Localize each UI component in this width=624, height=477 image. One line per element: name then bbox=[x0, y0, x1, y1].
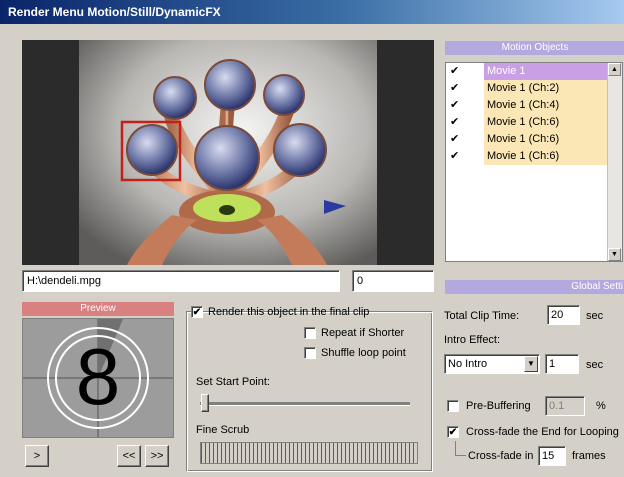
render-option[interactable]: ✔ Render this object in the final clip bbox=[191, 305, 369, 319]
motion-object-label: Movie 1 (Ch:2) bbox=[484, 80, 615, 97]
checkmark-icon[interactable]: ✔ bbox=[450, 148, 464, 165]
repeat-label: Repeat if Shorter bbox=[321, 327, 405, 339]
countdown-number: 8 bbox=[75, 332, 121, 421]
frame-field[interactable]: 0 bbox=[352, 270, 434, 292]
intro-duration-field[interactable]: 1 bbox=[545, 354, 579, 374]
fine-scrub-bar[interactable] bbox=[200, 442, 418, 464]
global-settings-header: Global Setti bbox=[445, 280, 624, 294]
start-point-track[interactable] bbox=[200, 402, 410, 406]
checkmark-icon[interactable]: ✔ bbox=[450, 63, 464, 80]
crossfade-label: Cross-fade the End for Looping bbox=[466, 426, 619, 438]
checkmark-icon[interactable]: ✔ bbox=[450, 131, 464, 148]
total-clip-unit: sec bbox=[586, 310, 604, 322]
repeat-checkbox[interactable] bbox=[304, 327, 316, 339]
window-title: Render Menu Motion/Still/DynamicFX bbox=[0, 0, 624, 24]
motion-object-item[interactable]: ✔ Movie 1 (Ch:2) bbox=[446, 80, 622, 97]
checkmark-icon[interactable]: ✔ bbox=[450, 114, 464, 131]
checkmark-icon[interactable]: ✔ bbox=[450, 97, 464, 114]
crossfade-checkbox[interactable]: ✔ bbox=[447, 426, 459, 438]
render-checkbox[interactable]: ✔ bbox=[191, 306, 203, 318]
scroll-up-icon[interactable]: ▲ bbox=[608, 63, 621, 76]
preview-pane: 8 bbox=[22, 318, 174, 438]
prebuffering-label: Pre-Buffering bbox=[466, 400, 531, 412]
start-point-label: Set Start Point: bbox=[196, 376, 270, 388]
shuffle-checkbox[interactable] bbox=[304, 347, 316, 359]
scroll-down-icon[interactable]: ▼ bbox=[608, 248, 621, 261]
motion-object-label: Movie 1 (Ch:6) bbox=[484, 131, 615, 148]
chevron-down-icon[interactable]: ▼ bbox=[524, 356, 538, 372]
video-viewer[interactable] bbox=[22, 40, 434, 265]
intro-unit: sec bbox=[586, 359, 604, 371]
prebuffering-field[interactable]: 0.1 bbox=[545, 396, 585, 416]
play-button[interactable]: > bbox=[25, 445, 49, 467]
motion-objects-header: Motion Objects bbox=[445, 41, 624, 55]
motion-object-label: Movie 1 (Ch:6) bbox=[484, 114, 615, 131]
shuffle-label: Shuffle loop point bbox=[321, 347, 406, 359]
motion-object-item[interactable]: ✔ Movie 1 (Ch:6) bbox=[446, 148, 622, 165]
fine-scrub-label: Fine Scrub bbox=[196, 424, 250, 436]
motion-objects-list[interactable]: ✔ Movie 1 ✔ Movie 1 (Ch:2) ✔ Movie 1 (Ch… bbox=[445, 62, 623, 262]
rewind-button[interactable]: << bbox=[117, 445, 141, 467]
prebuffering-checkbox[interactable] bbox=[447, 400, 459, 412]
crossfade-frames-field[interactable]: 15 bbox=[538, 446, 566, 466]
prebuffering-unit: % bbox=[596, 400, 606, 412]
list-scrollbar[interactable]: ▲ ▼ bbox=[607, 63, 622, 261]
crossfade-in-label: Cross-fade in bbox=[468, 450, 534, 462]
intro-effect-select[interactable]: No Intro ▼ bbox=[444, 354, 540, 374]
intro-effect-value: No Intro bbox=[448, 358, 488, 370]
motion-object-label: Movie 1 bbox=[484, 63, 615, 80]
motion-object-item[interactable]: ✔ Movie 1 (Ch:6) bbox=[446, 131, 622, 148]
motion-object-label: Movie 1 (Ch:6) bbox=[484, 148, 615, 165]
intro-effect-label: Intro Effect: bbox=[444, 334, 501, 346]
video-frame-image bbox=[22, 40, 434, 265]
total-clip-label: Total Clip Time: bbox=[444, 310, 520, 322]
file-path-field[interactable]: H:\dendeli.mpg bbox=[22, 270, 340, 292]
motion-object-item[interactable]: ✔ Movie 1 bbox=[446, 63, 622, 80]
motion-object-label: Movie 1 (Ch:4) bbox=[484, 97, 615, 114]
checkmark-icon[interactable]: ✔ bbox=[450, 80, 464, 97]
motion-object-item[interactable]: ✔ Movie 1 (Ch:6) bbox=[446, 114, 622, 131]
crossfade-in-unit: frames bbox=[572, 450, 606, 462]
start-point-slider-thumb[interactable] bbox=[201, 394, 209, 412]
preview-header: Preview bbox=[22, 302, 174, 316]
forward-button[interactable]: >> bbox=[145, 445, 169, 467]
tree-connector bbox=[455, 441, 466, 456]
render-label: Render this object in the final clip bbox=[208, 306, 370, 318]
total-clip-field[interactable]: 20 bbox=[547, 305, 580, 325]
motion-object-item[interactable]: ✔ Movie 1 (Ch:4) bbox=[446, 97, 622, 114]
